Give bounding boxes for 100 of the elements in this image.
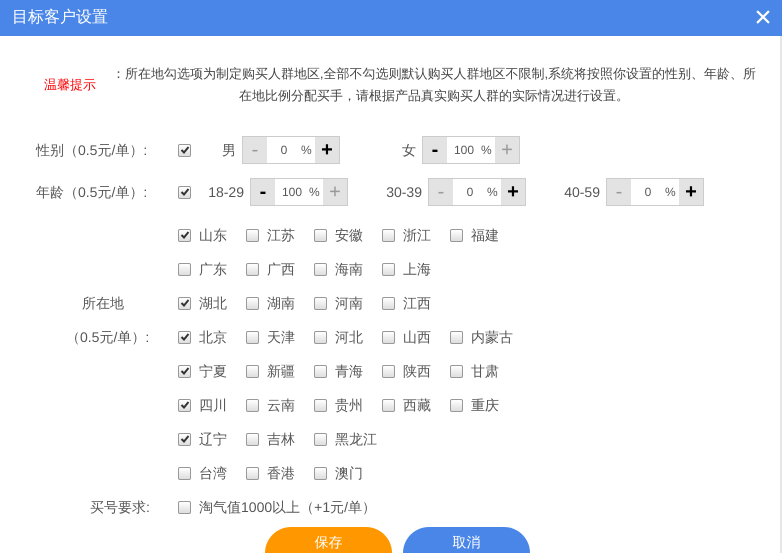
plus-button[interactable]: + xyxy=(315,137,339,163)
checkbox[interactable] xyxy=(314,466,327,480)
checkbox[interactable] xyxy=(450,364,463,378)
value-input[interactable]: 0 xyxy=(267,141,301,159)
field-label: 所在地 xyxy=(82,294,124,310)
option-label: 男 xyxy=(221,140,237,160)
checkbox[interactable] xyxy=(314,330,327,344)
option-label: 30-39 xyxy=(385,182,423,202)
checkbox[interactable] xyxy=(314,262,327,276)
province-label: 河北 xyxy=(335,328,363,346)
checkbox[interactable] xyxy=(178,432,191,446)
value-input[interactable]: 0 xyxy=(631,183,665,201)
province-label: 黑龙江 xyxy=(335,430,377,448)
checkbox[interactable] xyxy=(314,432,327,446)
checkbox[interactable] xyxy=(246,466,259,480)
field-label: 年龄（0.5元/单）: xyxy=(36,182,148,202)
option-label: 淘气值1000以上（+1元/单） xyxy=(199,498,376,516)
checkbox[interactable] xyxy=(178,398,191,412)
window-title: 目标客户设置 xyxy=(12,8,108,28)
checkbox[interactable] xyxy=(178,500,191,514)
checkbox[interactable] xyxy=(382,398,395,412)
province-label: 福建 xyxy=(471,226,499,244)
percent-unit: % xyxy=(665,184,676,201)
province-label: 广西 xyxy=(267,260,295,278)
province-label: 重庆 xyxy=(471,396,499,414)
percent-unit: % xyxy=(309,184,320,201)
checkbox[interactable] xyxy=(314,296,327,310)
province-label: 云南 xyxy=(267,396,295,414)
field-label: （0.5元/单）: xyxy=(66,328,150,344)
field-label: 买号要求: xyxy=(89,498,151,516)
notice-label: 温馨提示 xyxy=(44,76,97,94)
checkbox[interactable] xyxy=(178,262,191,276)
checkbox[interactable] xyxy=(178,466,191,480)
province-label: 新疆 xyxy=(267,362,295,380)
option-label: 女 xyxy=(401,140,417,160)
plus-button[interactable]: + xyxy=(501,179,525,205)
checkbox[interactable] xyxy=(382,262,395,276)
province-label: 甘肃 xyxy=(471,362,499,380)
province-label: 江苏 xyxy=(267,226,295,244)
close-button[interactable]: × xyxy=(748,3,778,33)
province-label: 台湾 xyxy=(199,464,227,482)
province-label: 天津 xyxy=(267,328,295,346)
checkbox[interactable] xyxy=(246,330,259,344)
checkbox[interactable] xyxy=(246,262,259,276)
checkbox[interactable] xyxy=(382,228,395,242)
province-label: 吉林 xyxy=(267,430,295,448)
checkbox[interactable] xyxy=(246,296,259,310)
province-label: 上海 xyxy=(403,260,431,278)
province-label: 四川 xyxy=(199,396,227,414)
province-label: 辽宁 xyxy=(199,430,227,448)
checkbox[interactable] xyxy=(178,364,191,378)
province-label: 青海 xyxy=(335,362,363,380)
minus-button[interactable]: - xyxy=(251,179,275,205)
province-label: 广东 xyxy=(199,260,227,278)
checkbox[interactable] xyxy=(450,228,463,242)
checkbox[interactable] xyxy=(450,330,463,344)
value-input[interactable]: 100 xyxy=(275,183,309,201)
province-label: 湖南 xyxy=(267,294,295,312)
province-label: 西藏 xyxy=(403,396,431,414)
province-label: 陕西 xyxy=(403,362,431,380)
province-label: 香港 xyxy=(267,464,295,482)
checkbox[interactable] xyxy=(450,398,463,412)
value-input[interactable]: 0 xyxy=(453,183,487,201)
notice-text: ：所在地勾选项为制定购买人群地区,全部不勾选则默认购买人群地区不限制,系统将按照你设置的性别、年龄、所在地比例分配买手，请根据产品真实购买人群的实际情况进行设置。 xyxy=(110,65,758,105)
checkbox[interactable] xyxy=(178,228,191,242)
province-label: 北京 xyxy=(199,328,227,346)
province-label: 澳门 xyxy=(335,464,363,482)
checkbox[interactable] xyxy=(382,364,395,378)
checkbox[interactable] xyxy=(314,398,327,412)
checkbox[interactable] xyxy=(178,296,191,310)
checkbox[interactable] xyxy=(314,364,327,378)
checkbox[interactable] xyxy=(382,296,395,310)
checkbox[interactable] xyxy=(246,398,259,412)
minus-button[interactable]: - xyxy=(423,137,447,163)
checkbox[interactable] xyxy=(246,432,259,446)
province-label: 宁夏 xyxy=(199,362,227,380)
checkbox[interactable] xyxy=(178,186,191,198)
province-label: 贵州 xyxy=(335,396,363,414)
province-label: 内蒙古 xyxy=(471,328,513,346)
percent-unit: % xyxy=(487,184,498,201)
province-label: 江西 xyxy=(403,294,431,312)
value-input[interactable]: 100 xyxy=(447,141,481,159)
checkbox[interactable] xyxy=(178,330,191,344)
option-label: 18-29 xyxy=(207,182,245,202)
province-label: 海南 xyxy=(335,260,363,278)
province-label: 浙江 xyxy=(403,226,431,244)
percent-unit: % xyxy=(301,142,312,159)
province-label: 湖北 xyxy=(199,294,227,312)
province-label: 山西 xyxy=(403,328,431,346)
province-label: 安徽 xyxy=(335,226,363,244)
field-label: 性别（0.5元/单）: xyxy=(36,140,148,160)
checkbox[interactable] xyxy=(382,330,395,344)
province-label: 河南 xyxy=(335,294,363,312)
checkbox[interactable] xyxy=(314,228,327,242)
cancel-button[interactable]: 取消 xyxy=(403,527,530,553)
checkbox[interactable] xyxy=(246,228,259,242)
plus-button[interactable]: + xyxy=(679,179,703,205)
checkbox[interactable] xyxy=(178,144,191,156)
checkbox[interactable] xyxy=(246,364,259,378)
percent-unit: % xyxy=(481,142,492,159)
